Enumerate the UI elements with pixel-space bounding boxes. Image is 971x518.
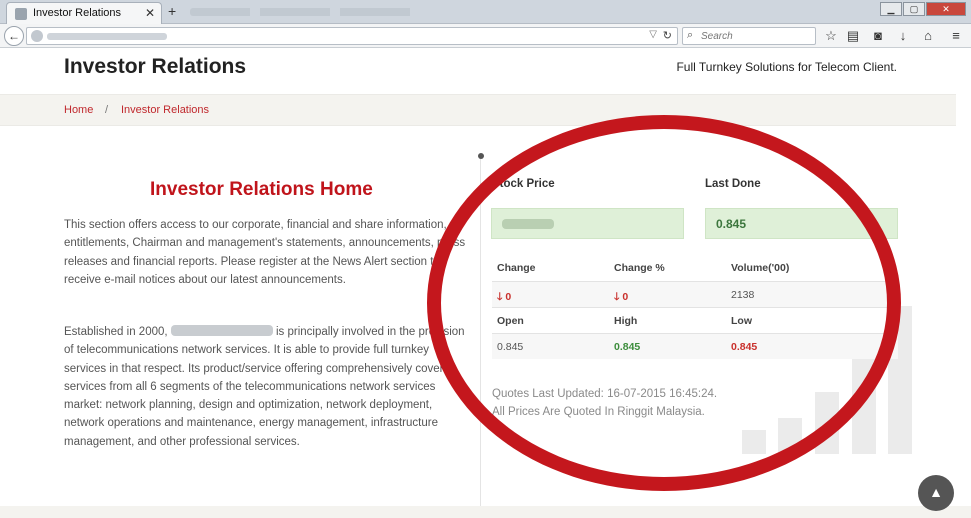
company-paragraph-rest: is principally involved in the provision… xyxy=(64,326,465,448)
url-text-redacted xyxy=(47,33,167,40)
highlight-circle xyxy=(427,115,901,491)
favicon-icon xyxy=(15,8,27,20)
scroll-to-top-button[interactable]: ▲ xyxy=(918,475,954,511)
company-name-redacted xyxy=(170,325,273,336)
close-window-button[interactable]: ✕ xyxy=(926,2,966,16)
bookmarks-strip xyxy=(190,8,550,16)
new-tab-button[interactable]: + xyxy=(168,3,176,19)
search-input[interactable]: ⌕ Search xyxy=(682,27,816,45)
reading-list-icon[interactable]: ▤ xyxy=(845,28,861,44)
divider-dot xyxy=(478,153,484,159)
footer-strip xyxy=(0,506,971,518)
page-content: Investor Relations Full Turnkey Solution… xyxy=(0,48,971,518)
menu-icon[interactable]: ≡ xyxy=(948,28,964,44)
tagline: Full Turnkey Solutions for Telecom Clien… xyxy=(676,60,897,74)
download-icon[interactable]: ↓ xyxy=(895,28,911,44)
search-icon: ⌕ xyxy=(687,29,694,41)
url-dropdown-icon[interactable]: ▽ xyxy=(649,29,657,40)
page-title: Investor Relations xyxy=(64,55,247,78)
pocket-icon[interactable]: ◙ xyxy=(870,28,886,44)
browser-tab[interactable]: Investor Relations ✕ xyxy=(6,2,162,24)
tab-title: Investor Relations xyxy=(33,7,122,19)
breadcrumb-current-link[interactable]: Investor Relations xyxy=(121,104,209,116)
globe-icon xyxy=(31,30,43,42)
section-heading: Investor Relations Home xyxy=(150,179,373,200)
intro-paragraph: This section offers access to our corpor… xyxy=(64,219,466,286)
reload-icon[interactable]: ↻ xyxy=(663,29,672,42)
browser-nav-bar: ← ▽ ↻ ⌕ Search ☆ ▤ ◙ ↓ ⌂ ≡ xyxy=(0,24,971,48)
breadcrumb-home-link[interactable]: Home xyxy=(64,104,93,116)
back-arrow-icon[interactable]: ← xyxy=(4,26,24,46)
browser-tab-bar: Investor Relations ✕ + ▁ ▢ ✕ xyxy=(0,0,971,24)
home-icon[interactable]: ⌂ xyxy=(920,28,936,44)
company-paragraph: Established in 2000, is principally invo… xyxy=(64,323,474,451)
maximize-button[interactable]: ▢ xyxy=(903,2,925,16)
star-icon[interactable]: ☆ xyxy=(823,28,839,44)
breadcrumb: Home / Investor Relations xyxy=(0,94,956,126)
company-paragraph-start: Established in 2000, xyxy=(64,326,168,338)
tab-close-icon[interactable]: ✕ xyxy=(145,6,155,20)
breadcrumb-separator: / xyxy=(105,104,109,116)
search-placeholder: Search xyxy=(701,31,733,42)
minimize-button[interactable]: ▁ xyxy=(880,2,902,16)
address-bar[interactable]: ▽ ↻ xyxy=(26,27,678,45)
